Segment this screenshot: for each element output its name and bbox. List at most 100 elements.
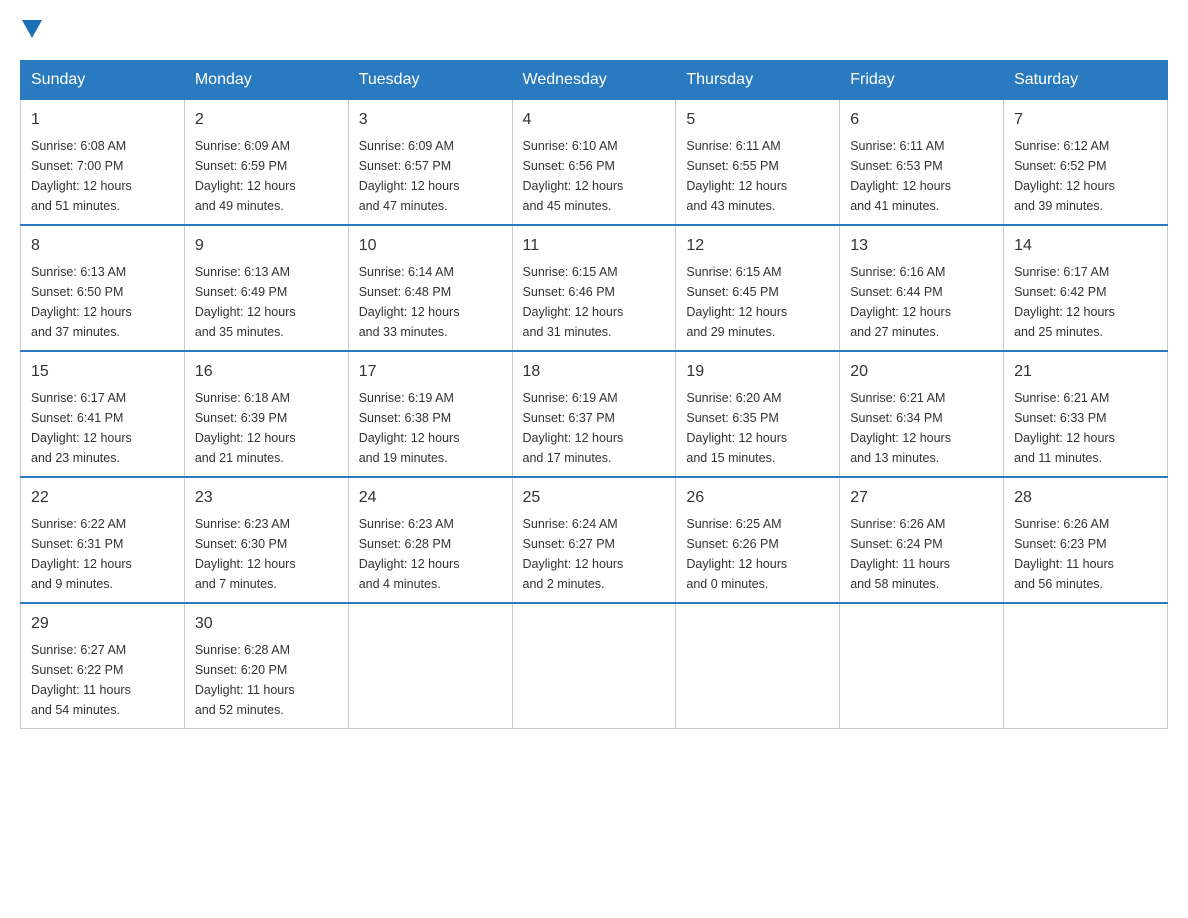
- calendar-cell: 19Sunrise: 6:20 AMSunset: 6:35 PMDayligh…: [676, 351, 840, 477]
- calendar-cell: [512, 603, 676, 729]
- page-header: [20, 20, 1168, 40]
- day-info: Sunrise: 6:10 AMSunset: 6:56 PMDaylight:…: [523, 136, 666, 216]
- day-number: 14: [1014, 234, 1157, 258]
- calendar-cell: 1Sunrise: 6:08 AMSunset: 7:00 PMDaylight…: [21, 100, 185, 226]
- day-info: Sunrise: 6:24 AMSunset: 6:27 PMDaylight:…: [523, 514, 666, 594]
- calendar-cell: [1004, 603, 1168, 729]
- day-of-week-header: Wednesday: [512, 61, 676, 100]
- calendar-cell: 20 Sunrise: 6:21 AMSunset: 6:34 PMDayligh…: [840, 351, 1004, 477]
- day-number: 22: [31, 486, 174, 510]
- calendar-cell: 4Sunrise: 6:10 AMSunset: 6:56 PMDaylight…: [512, 100, 676, 226]
- calendar-cell: 2 Sunrise: 6:09 AMSunset: 6:59 PMDaylight…: [184, 100, 348, 226]
- day-number: 1: [31, 108, 174, 132]
- calendar-cell: 17 Sunrise: 6:19 AMSunset: 6:38 PMDayligh…: [348, 351, 512, 477]
- calendar-week-row: 15 Sunrise: 6:17 AMSunset: 6:41 PMDayligh…: [21, 351, 1168, 477]
- calendar-week-row: 8 Sunrise: 6:13 AMSunset: 6:50 PMDaylight…: [21, 225, 1168, 351]
- day-info: Sunrise: 6:11 AMSunset: 6:53 PMDaylight:…: [850, 136, 993, 216]
- calendar-cell: 24 Sunrise: 6:23 AMSunset: 6:28 PMDayligh…: [348, 477, 512, 603]
- day-number: 6: [850, 108, 993, 132]
- day-of-week-header: Monday: [184, 61, 348, 100]
- day-info: Sunrise: 6:15 AMSunset: 6:46 PMDaylight:…: [523, 262, 666, 342]
- day-number: 15: [31, 360, 174, 384]
- day-info: Sunrise: 6:23 AMSunset: 6:28 PMDaylight:…: [359, 514, 502, 594]
- day-number: 10: [359, 234, 502, 258]
- calendar-week-row: 22 Sunrise: 6:22 AMSunset: 6:31 PMDayligh…: [21, 477, 1168, 603]
- day-number: 3: [359, 108, 502, 132]
- day-number: 27: [850, 486, 993, 510]
- calendar-cell: 21Sunrise: 6:21 AMSunset: 6:33 PMDayligh…: [1004, 351, 1168, 477]
- calendar-cell: 6 Sunrise: 6:11 AMSunset: 6:53 PMDaylight…: [840, 100, 1004, 226]
- day-number: 13: [850, 234, 993, 258]
- day-number: 25: [523, 486, 666, 510]
- calendar-week-row: 1Sunrise: 6:08 AMSunset: 7:00 PMDaylight…: [21, 100, 1168, 226]
- day-number: 21: [1014, 360, 1157, 384]
- day-number: 9: [195, 234, 338, 258]
- day-of-week-header: Sunday: [21, 61, 185, 100]
- day-number: 11: [523, 234, 666, 258]
- day-number: 16: [195, 360, 338, 384]
- day-number: 8: [31, 234, 174, 258]
- day-info: Sunrise: 6:16 AMSunset: 6:44 PMDaylight:…: [850, 262, 993, 342]
- day-info: Sunrise: 6:18 AMSunset: 6:39 PMDaylight:…: [195, 388, 338, 468]
- calendar-cell: 18 Sunrise: 6:19 AMSunset: 6:37 PMDayligh…: [512, 351, 676, 477]
- calendar-cell: 23 Sunrise: 6:23 AMSunset: 6:30 PMDayligh…: [184, 477, 348, 603]
- day-info: Sunrise: 6:12 AMSunset: 6:52 PMDaylight:…: [1014, 136, 1157, 216]
- calendar-week-row: 29Sunrise: 6:27 AMSunset: 6:22 PMDayligh…: [21, 603, 1168, 729]
- calendar-cell: 22 Sunrise: 6:22 AMSunset: 6:31 PMDayligh…: [21, 477, 185, 603]
- day-of-week-header: Saturday: [1004, 61, 1168, 100]
- day-number: 28: [1014, 486, 1157, 510]
- day-info: Sunrise: 6:09 AMSunset: 6:59 PMDaylight:…: [195, 136, 338, 216]
- calendar-cell: 30 Sunrise: 6:28 AMSunset: 6:20 PMDayligh…: [184, 603, 348, 729]
- day-number: 26: [686, 486, 829, 510]
- logo-triangle-icon: [22, 20, 42, 40]
- calendar-table: SundayMondayTuesdayWednesdayThursdayFrid…: [20, 60, 1168, 729]
- day-info: Sunrise: 6:19 AMSunset: 6:38 PMDaylight:…: [359, 388, 502, 468]
- calendar-cell: 9 Sunrise: 6:13 AMSunset: 6:49 PMDaylight…: [184, 225, 348, 351]
- calendar-cell: 7 Sunrise: 6:12 AMSunset: 6:52 PMDaylight…: [1004, 100, 1168, 226]
- day-of-week-header: Tuesday: [348, 61, 512, 100]
- calendar-header-row: SundayMondayTuesdayWednesdayThursdayFrid…: [21, 61, 1168, 100]
- day-info: Sunrise: 6:22 AMSunset: 6:31 PMDaylight:…: [31, 514, 174, 594]
- day-info: Sunrise: 6:17 AMSunset: 6:42 PMDaylight:…: [1014, 262, 1157, 342]
- day-info: Sunrise: 6:15 AMSunset: 6:45 PMDaylight:…: [686, 262, 829, 342]
- calendar-cell: 8 Sunrise: 6:13 AMSunset: 6:50 PMDaylight…: [21, 225, 185, 351]
- calendar-cell: 12 Sunrise: 6:15 AMSunset: 6:45 PMDayligh…: [676, 225, 840, 351]
- day-info: Sunrise: 6:19 AMSunset: 6:37 PMDaylight:…: [523, 388, 666, 468]
- calendar-cell: [840, 603, 1004, 729]
- calendar-cell: 16 Sunrise: 6:18 AMSunset: 6:39 PMDayligh…: [184, 351, 348, 477]
- day-info: Sunrise: 6:09 AMSunset: 6:57 PMDaylight:…: [359, 136, 502, 216]
- calendar-cell: [676, 603, 840, 729]
- day-info: Sunrise: 6:26 AMSunset: 6:24 PMDaylight:…: [850, 514, 993, 594]
- day-number: 2: [195, 108, 338, 132]
- calendar-cell: 3 Sunrise: 6:09 AMSunset: 6:57 PMDaylight…: [348, 100, 512, 226]
- calendar-cell: 26 Sunrise: 6:25 AMSunset: 6:26 PMDayligh…: [676, 477, 840, 603]
- day-info: Sunrise: 6:20 AMSunset: 6:35 PMDaylight:…: [686, 388, 829, 468]
- calendar-cell: 27 Sunrise: 6:26 AMSunset: 6:24 PMDayligh…: [840, 477, 1004, 603]
- calendar-cell: 5 Sunrise: 6:11 AMSunset: 6:55 PMDaylight…: [676, 100, 840, 226]
- day-info: Sunrise: 6:13 AMSunset: 6:50 PMDaylight:…: [31, 262, 174, 342]
- day-number: 5: [686, 108, 829, 132]
- day-number: 30: [195, 612, 338, 636]
- calendar-cell: 25 Sunrise: 6:24 AMSunset: 6:27 PMDayligh…: [512, 477, 676, 603]
- day-info: Sunrise: 6:23 AMSunset: 6:30 PMDaylight:…: [195, 514, 338, 594]
- day-number: 12: [686, 234, 829, 258]
- calendar-cell: 29Sunrise: 6:27 AMSunset: 6:22 PMDayligh…: [21, 603, 185, 729]
- day-number: 18: [523, 360, 666, 384]
- day-info: Sunrise: 6:17 AMSunset: 6:41 PMDaylight:…: [31, 388, 174, 468]
- day-info: Sunrise: 6:11 AMSunset: 6:55 PMDaylight:…: [686, 136, 829, 216]
- day-info: Sunrise: 6:25 AMSunset: 6:26 PMDaylight:…: [686, 514, 829, 594]
- day-info: Sunrise: 6:27 AMSunset: 6:22 PMDaylight:…: [31, 640, 174, 720]
- calendar-cell: 10Sunrise: 6:14 AMSunset: 6:48 PMDayligh…: [348, 225, 512, 351]
- logo: [20, 20, 42, 40]
- calendar-cell: 15 Sunrise: 6:17 AMSunset: 6:41 PMDayligh…: [21, 351, 185, 477]
- day-number: 17: [359, 360, 502, 384]
- day-of-week-header: Thursday: [676, 61, 840, 100]
- day-number: 24: [359, 486, 502, 510]
- day-number: 23: [195, 486, 338, 510]
- day-number: 20: [850, 360, 993, 384]
- day-info: Sunrise: 6:13 AMSunset: 6:49 PMDaylight:…: [195, 262, 338, 342]
- day-info: Sunrise: 6:28 AMSunset: 6:20 PMDaylight:…: [195, 640, 338, 720]
- day-number: 7: [1014, 108, 1157, 132]
- day-info: Sunrise: 6:21 AMSunset: 6:34 PMDaylight:…: [850, 388, 993, 468]
- day-of-week-header: Friday: [840, 61, 1004, 100]
